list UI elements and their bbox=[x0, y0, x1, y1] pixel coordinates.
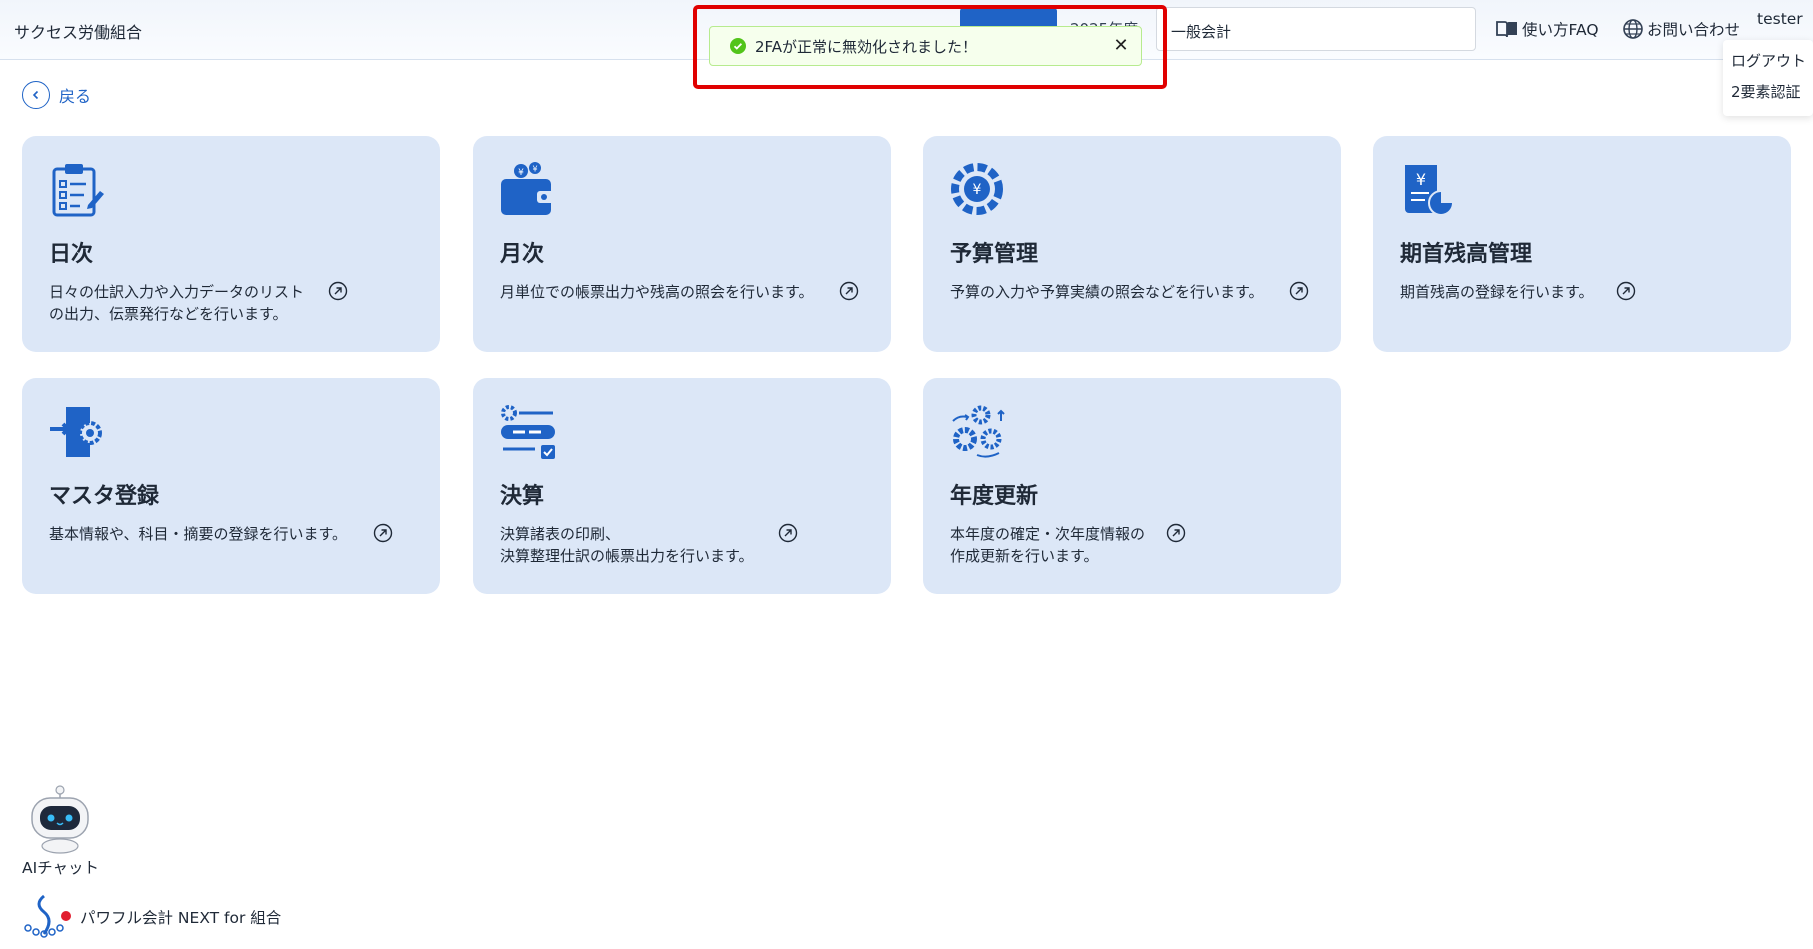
card-title: マスタ登録 bbox=[49, 484, 160, 509]
card-description: 月単位での帳票出力や残高の照会を行います。 bbox=[500, 281, 814, 303]
wallet-yen-icon: ¥ ¥ bbox=[501, 162, 555, 215]
card-description-line: 予算の入力や予算実績の照会などを行います。 bbox=[950, 283, 1264, 301]
card-title: 年度更新 bbox=[950, 484, 1039, 509]
card-description: 日々の仕訳入力や入力データのリスト の出力、伝票発行などを行います。 bbox=[49, 281, 304, 325]
check-circle-icon bbox=[730, 38, 746, 54]
card-description: 予算の入力や予算実績の照会などを行います。 bbox=[950, 281, 1264, 303]
chevron-left-icon bbox=[22, 81, 50, 109]
card-title: 日次 bbox=[49, 242, 94, 267]
card-description-line: 月単位での帳票出力や残高の照会を行います。 bbox=[500, 283, 814, 301]
two-factor-menu-item[interactable]: 2要素認証 bbox=[1731, 81, 1801, 102]
card-description-line: 決算諸表の印刷、 bbox=[500, 525, 621, 543]
card-opening-balance[interactable]: ¥ 期首残高管理 期首残高の登録を行います。 bbox=[1373, 136, 1791, 352]
door-gear-icon bbox=[50, 407, 102, 457]
card-description-line: 基本情報や、科目・摘要の登録を行います。 bbox=[49, 525, 348, 543]
brand-footer: パワフル会計 NEXT for 組合 bbox=[22, 892, 281, 942]
success-toast: 2FAが正常に無効化されました！ ✕ bbox=[709, 26, 1142, 66]
external-arrow-icon bbox=[373, 523, 393, 543]
external-arrow-icon bbox=[328, 281, 348, 301]
document-yen-chart-icon: ¥ bbox=[1405, 165, 1454, 216]
card-description-line: 日々の仕訳入力や入力データのリスト bbox=[49, 283, 305, 301]
svg-text:¥: ¥ bbox=[973, 182, 982, 198]
card-description-line: 作成更新を行います。 bbox=[950, 547, 1099, 565]
card-description: 期首残高の登録を行います。 bbox=[1400, 281, 1594, 303]
card-description-line: の出力、伝票発行などを行います。 bbox=[49, 305, 288, 323]
contact-label: お問い合わせ bbox=[1647, 21, 1741, 39]
gear-yen-icon: ¥ bbox=[951, 163, 1003, 215]
account-select[interactable]: 一般会計 bbox=[1156, 7, 1476, 51]
user-name[interactable]: tester bbox=[1757, 10, 1803, 28]
faq-link[interactable]: 使い方FAQ bbox=[1495, 18, 1599, 40]
card-title: 期首残高管理 bbox=[1400, 242, 1533, 267]
svg-text:¥: ¥ bbox=[518, 168, 524, 178]
card-master-registration[interactable]: マスタ登録 基本情報や、科目・摘要の登録を行います。 bbox=[22, 378, 440, 594]
brand-logo-icon bbox=[24, 894, 71, 938]
card-title: 決算 bbox=[500, 484, 545, 509]
card-description: 決算諸表の印刷、 決算整理仕訳の帳票出力を行います。 bbox=[500, 523, 754, 567]
card-description-line: 決算整理仕訳の帳票出力を行います。 bbox=[500, 547, 754, 565]
card-title: 月次 bbox=[500, 242, 545, 267]
close-icon[interactable]: ✕ bbox=[1111, 35, 1131, 57]
card-daily[interactable]: 日次 日々の仕訳入力や入力データのリスト の出力、伝票発行などを行います。 bbox=[22, 136, 440, 352]
organization-name: サクセス労働組合 bbox=[14, 23, 143, 42]
card-description: 基本情報や、科目・摘要の登録を行います。 bbox=[49, 523, 347, 545]
back-label: 戻る bbox=[59, 87, 92, 106]
toast-message: 2FAが正常に無効化されました！ bbox=[755, 37, 978, 56]
contact-link[interactable]: お問い合わせ bbox=[1622, 18, 1740, 40]
svg-text:¥: ¥ bbox=[532, 165, 537, 174]
card-description-line: 期首残高の登録を行います。 bbox=[1400, 283, 1594, 301]
external-arrow-icon bbox=[839, 281, 859, 301]
external-arrow-icon bbox=[1616, 281, 1636, 301]
card-description: 本年度の確定・次年度情報の 作成更新を行います。 bbox=[950, 523, 1145, 567]
ai-chat-robot-icon[interactable] bbox=[22, 784, 98, 854]
user-dropdown-menu: ログアウト 2要素認証 bbox=[1723, 40, 1813, 116]
ai-chat-label[interactable]: AIチャット bbox=[22, 856, 99, 878]
brand-name: パワフル会計 NEXT for 組合 bbox=[80, 909, 282, 927]
svg-text:¥: ¥ bbox=[1416, 170, 1426, 189]
faq-label: 使い方FAQ bbox=[1522, 21, 1599, 39]
card-title: 予算管理 bbox=[950, 242, 1039, 267]
card-description-line: 本年度の確定・次年度情報の bbox=[950, 525, 1146, 543]
back-link[interactable]: 戻る bbox=[22, 81, 91, 109]
external-arrow-icon bbox=[1289, 281, 1309, 301]
card-year-renewal[interactable]: 年度更新 本年度の確定・次年度情報の 作成更新を行います。 bbox=[923, 378, 1341, 594]
card-monthly[interactable]: ¥ ¥ 月次 月単位での帳票出力や残高の照会を行います。 bbox=[473, 136, 891, 352]
external-arrow-icon bbox=[1166, 523, 1186, 543]
clipboard-checklist-icon bbox=[52, 164, 104, 217]
logout-menu-item[interactable]: ログアウト bbox=[1731, 50, 1806, 71]
globe-icon bbox=[1623, 19, 1643, 39]
book-icon bbox=[1496, 21, 1517, 38]
card-budget[interactable]: ¥ 予算管理 予算の入力や予算実績の照会などを行います。 bbox=[923, 136, 1341, 352]
external-arrow-icon bbox=[778, 523, 798, 543]
settlement-workflow-icon bbox=[501, 405, 555, 459]
gears-refresh-icon bbox=[952, 405, 1005, 458]
card-settlement[interactable]: 決算 決算諸表の印刷、 決算整理仕訳の帳票出力を行います。 bbox=[473, 378, 891, 594]
